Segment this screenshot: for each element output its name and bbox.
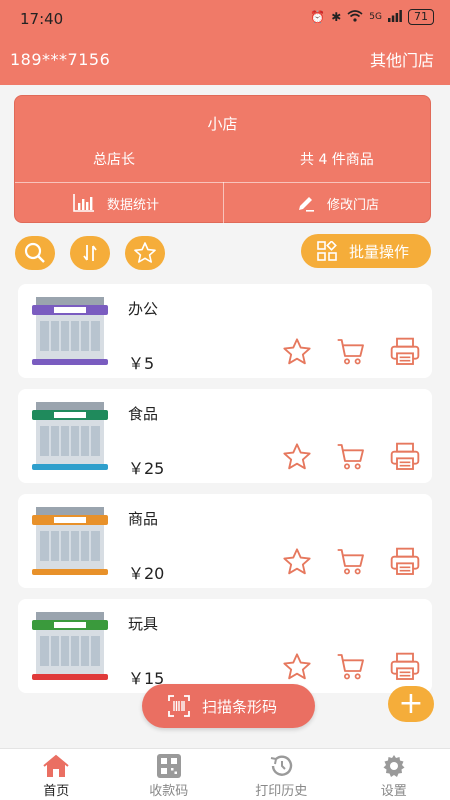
bulk-operation-label: 批量操作 (349, 242, 410, 261)
cart-icon[interactable] (334, 336, 368, 368)
card-divider-vertical (223, 182, 224, 224)
store-building-image (32, 402, 108, 470)
edit-store-label: 修改门店 (327, 197, 380, 213)
printer-icon[interactable] (388, 651, 422, 683)
pencil-icon (299, 197, 314, 212)
store-owner: 总店长 (93, 152, 135, 168)
tab-home[interactable]: 首页 (0, 749, 113, 800)
cart-icon[interactable] (334, 441, 368, 473)
home-icon (43, 754, 69, 777)
edit-store-button[interactable]: 修改门店 (297, 182, 379, 224)
cart-icon[interactable] (334, 651, 368, 683)
product-price: ￥5 (128, 354, 155, 373)
product-name: 办公 (128, 300, 159, 318)
product-name: 食品 (128, 405, 159, 423)
tab-label: 收款码 (149, 784, 189, 799)
bottom-tab-bar: 首页 收款码 打印历史 设置 (0, 748, 450, 800)
product-item[interactable]: 商品 ￥20 (18, 494, 432, 588)
printer-icon[interactable] (388, 336, 422, 368)
scan-barcode-button[interactable]: 扫描条形码 (142, 684, 315, 728)
wifi-icon (347, 9, 363, 25)
star-icon (134, 242, 156, 263)
product-name: 商品 (128, 510, 159, 528)
sort-icon (83, 245, 97, 261)
tab-label: 设置 (380, 784, 407, 799)
product-price: ￥20 (128, 564, 165, 583)
store-building-image (32, 507, 108, 575)
qr-code-icon (156, 754, 181, 778)
product-item[interactable]: 办公 ￥5 (18, 284, 432, 378)
data-stats-label: 数据统计 (107, 197, 160, 213)
favorite-star-icon[interactable] (280, 441, 314, 473)
tab-payment-code[interactable]: 收款码 (113, 749, 226, 800)
bar-chart-icon (73, 194, 94, 212)
status-icons: ⏰ ✱ 5G 71 (310, 9, 434, 25)
cart-icon[interactable] (334, 546, 368, 578)
battery-icon: 71 (408, 9, 434, 25)
tab-settings[interactable]: 设置 (338, 749, 450, 800)
status-time: 17:40 (20, 10, 64, 28)
search-button[interactable] (15, 236, 55, 270)
add-product-button[interactable]: + (388, 686, 434, 722)
status-bar: 17:40 ⏰ ✱ 5G 71 (0, 0, 450, 38)
printer-icon[interactable] (388, 546, 422, 578)
other-stores-link[interactable]: 其他门店 (370, 47, 434, 71)
account-phone: 189***7156 (10, 50, 111, 69)
scan-barcode-label: 扫描条形码 (202, 697, 278, 716)
signal-label: 5G (369, 12, 382, 22)
data-stats-button[interactable]: 数据统计 (73, 182, 159, 224)
product-item[interactable]: 玩具 ￥15 (18, 599, 432, 693)
store-name: 小店 (207, 115, 238, 133)
store-card: 小店 总店长 共 4 件商品 数据统计 修改门店 (14, 95, 431, 224)
alarm-icon: ⏰ (310, 10, 326, 24)
printer-icon[interactable] (388, 441, 422, 473)
bulk-operation-button[interactable]: 批量操作 (301, 234, 431, 268)
product-name: 玩具 (128, 615, 159, 633)
tab-print-history[interactable]: 打印历史 (225, 749, 338, 800)
gear-icon (383, 755, 405, 777)
bluetooth-icon: ✱ (331, 10, 342, 24)
history-icon (271, 755, 293, 776)
signal-icon (388, 9, 402, 25)
store-building-image (32, 612, 108, 680)
favorite-star-icon[interactable] (280, 546, 314, 578)
favorites-filter-button[interactable] (125, 236, 165, 270)
store-building-image (32, 297, 108, 365)
grid-icon (317, 241, 337, 261)
sort-button[interactable] (70, 236, 110, 270)
tab-label: 打印历史 (255, 784, 308, 799)
app-header: 189***7156 其他门店 (0, 38, 450, 85)
plus-icon: + (398, 686, 424, 721)
favorite-star-icon[interactable] (280, 651, 314, 683)
product-price: ￥25 (128, 459, 165, 478)
search-icon (24, 242, 45, 263)
product-count: 共 4 件商品 (300, 152, 374, 168)
barcode-scan-icon (168, 695, 190, 717)
tab-label: 首页 (43, 784, 70, 799)
product-item[interactable]: 食品 ￥25 (18, 389, 432, 483)
favorite-star-icon[interactable] (280, 336, 314, 368)
